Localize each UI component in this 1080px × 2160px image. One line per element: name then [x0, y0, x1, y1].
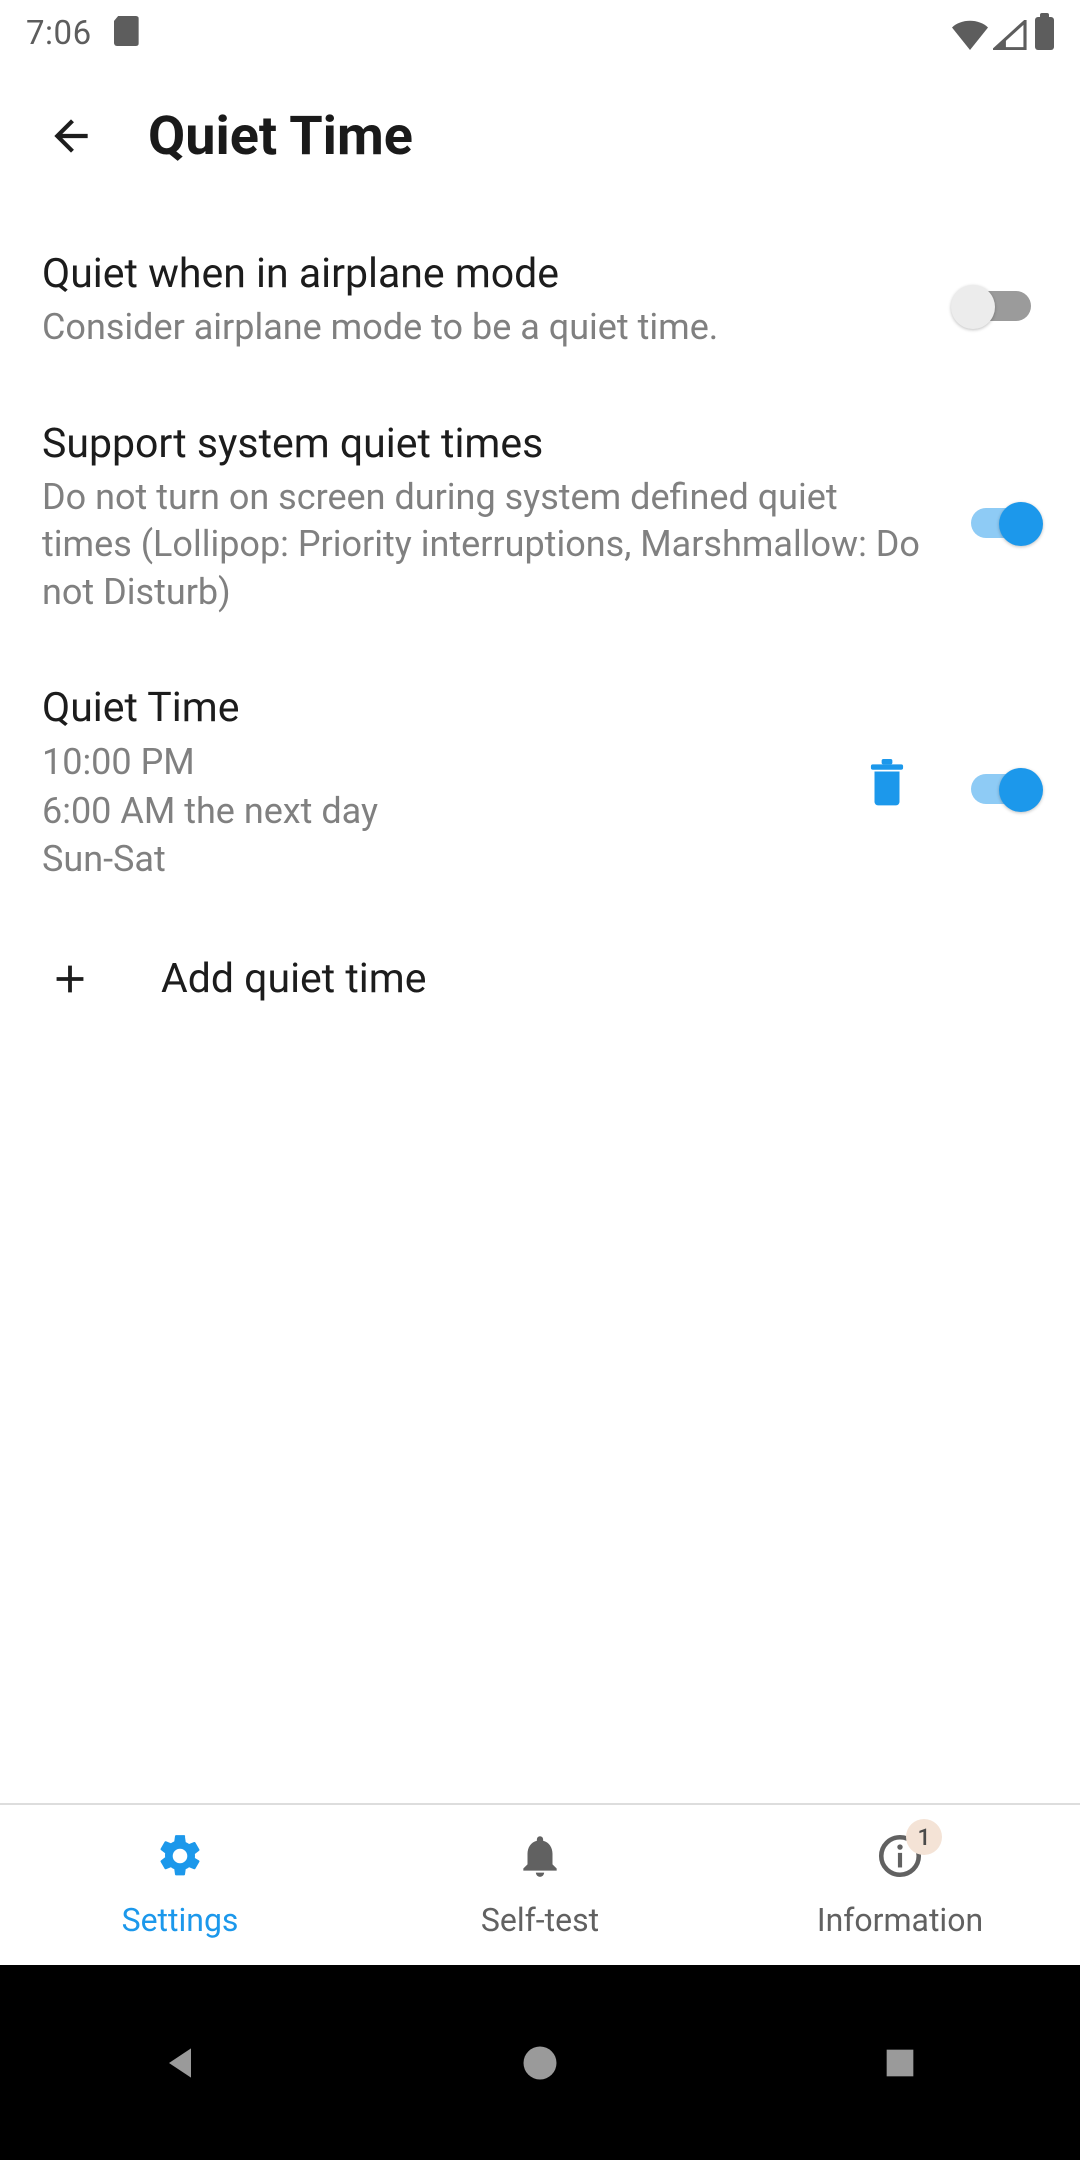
page-title: Quiet Time	[148, 105, 413, 168]
circle-home-icon	[518, 2041, 562, 2085]
setting-airplane-mode[interactable]: Quiet when in airplane mode Consider air…	[42, 216, 1038, 370]
tab-settings[interactable]: Settings	[0, 1805, 360, 1965]
bell-icon	[515, 1831, 565, 1885]
system-nav-bar	[0, 1965, 1080, 2160]
setting-text: Support system quiet times Do not turn o…	[42, 420, 954, 617]
info-badge: 1	[906, 1819, 942, 1855]
status-bar: 7:06	[0, 0, 1080, 66]
wifi-icon	[951, 20, 989, 50]
quiet-time-title: Quiet Time	[42, 684, 852, 732]
plus-icon	[42, 952, 97, 1007]
status-left: 7:06	[26, 14, 139, 53]
setting-system-quiet[interactable]: Support system quiet times Do not turn o…	[42, 370, 1038, 635]
quiet-time-details: 10:00 PM 6:00 AM the next day Sun-Sat	[42, 738, 852, 884]
delete-quiet-time-button[interactable]	[852, 749, 922, 819]
quiet-time-days: Sun-Sat	[42, 835, 852, 884]
triangle-back-icon	[158, 2041, 202, 2085]
setting-text: Quiet when in airplane mode Consider air…	[42, 250, 954, 352]
system-home-button[interactable]	[505, 2028, 575, 2098]
square-recents-icon	[880, 2043, 920, 2083]
settings-list: Quiet when in airplane mode Consider air…	[0, 206, 1080, 1057]
setting-subtitle: Consider airplane mode to be a quiet tim…	[42, 304, 926, 352]
quiet-time-switch[interactable]	[954, 765, 1038, 803]
system-recents-button[interactable]	[865, 2028, 935, 2098]
quiet-time-entry[interactable]: Quiet Time 10:00 PM 6:00 AM the next day…	[42, 634, 1038, 902]
tab-label: Settings	[122, 1901, 239, 1939]
quiet-time-start: 10:00 PM	[42, 738, 852, 787]
bottom-nav: Settings Self-test 1 Information	[0, 1803, 1080, 1965]
quiet-time-text: Quiet Time 10:00 PM 6:00 AM the next day…	[42, 684, 852, 884]
add-quiet-time-label: Add quiet time	[161, 955, 426, 1003]
trash-icon	[865, 759, 909, 809]
tab-self-test[interactable]: Self-test	[360, 1805, 720, 1965]
tab-information[interactable]: 1 Information	[720, 1805, 1080, 1965]
system-back-button[interactable]	[145, 2028, 215, 2098]
cell-signal-icon	[993, 20, 1027, 50]
quiet-time-end: 6:00 AM the next day	[42, 787, 852, 836]
airplane-mode-switch[interactable]	[954, 282, 1038, 320]
setting-subtitle: Do not turn on screen during system defi…	[42, 474, 926, 617]
gear-icon	[155, 1831, 205, 1885]
status-right	[951, 17, 1054, 50]
add-quiet-time-button[interactable]: Add quiet time	[42, 902, 1038, 1057]
arrow-back-icon	[46, 111, 96, 161]
battery-icon	[1035, 17, 1054, 50]
app-bar: Quiet Time	[0, 66, 1080, 206]
sd-card-icon	[114, 16, 139, 46]
tab-label: Information	[817, 1901, 983, 1939]
system-quiet-switch[interactable]	[954, 499, 1038, 537]
back-button[interactable]	[36, 101, 106, 171]
tab-label: Self-test	[481, 1901, 599, 1939]
setting-title: Quiet when in airplane mode	[42, 250, 926, 298]
setting-title: Support system quiet times	[42, 420, 926, 468]
status-clock: 7:06	[26, 14, 92, 53]
